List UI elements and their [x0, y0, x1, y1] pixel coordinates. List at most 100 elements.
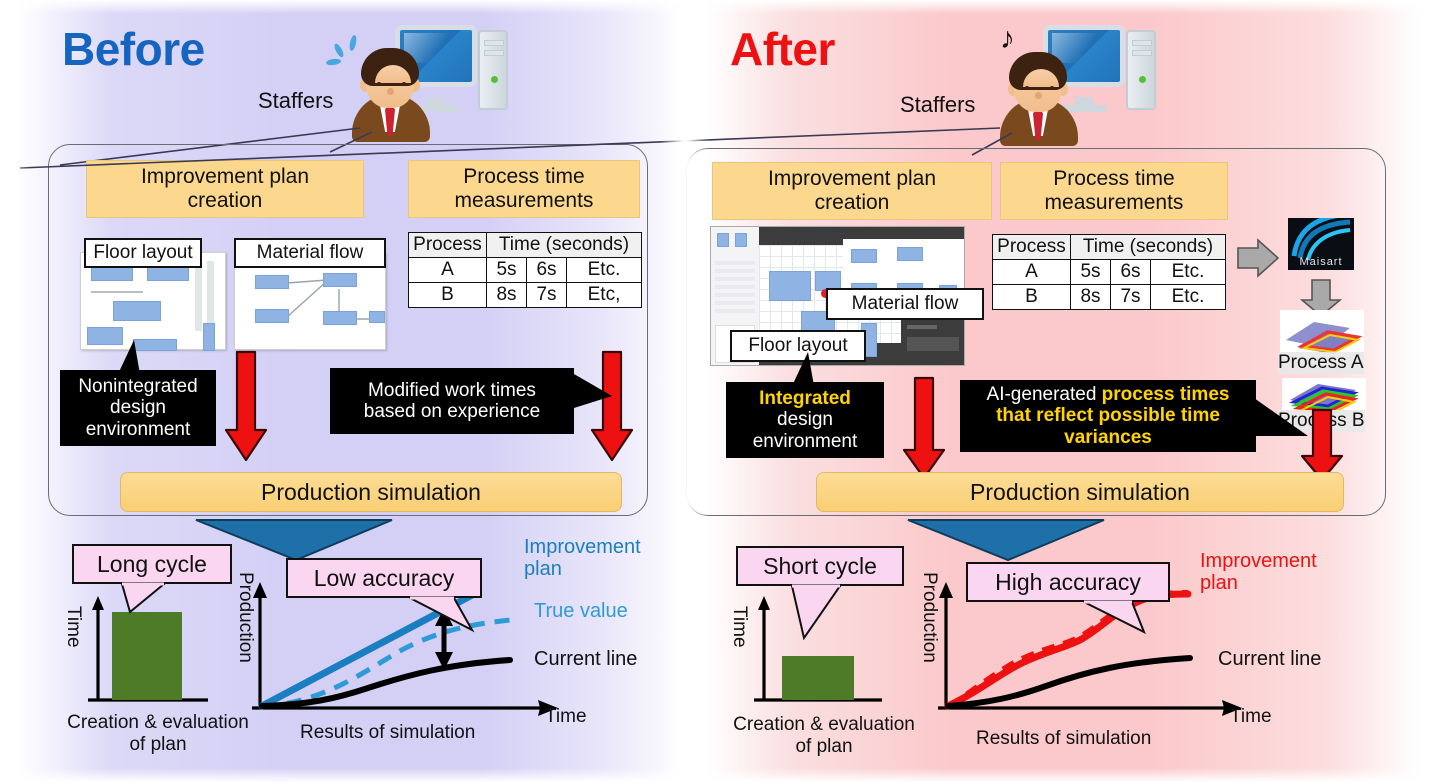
text-line: measurements — [1044, 191, 1184, 214]
after-production-simulation: Production simulation — [816, 472, 1344, 512]
text-line: Nonintegrated — [78, 376, 198, 398]
before-process-time-box: Process time measurements — [408, 160, 640, 218]
text-line: Creation & evaluation — [67, 712, 249, 733]
text-line: environment — [752, 430, 858, 452]
cell: A — [992, 259, 1071, 285]
after-process-time-table: Process Time (seconds) A 5s 6s Etc. B 8s… — [992, 234, 1226, 310]
text-line: Improvement — [524, 536, 641, 558]
table-header-row: Process Time (seconds) — [408, 232, 642, 258]
cell: 7s — [1110, 284, 1151, 310]
after-time-axis-label: Time — [1230, 706, 1272, 727]
text-line: design — [777, 409, 833, 431]
bubble-tail — [1083, 600, 1146, 635]
after-material-flow-label: Material flow — [826, 288, 984, 320]
cell: 8s — [486, 282, 527, 308]
bubble-tail — [790, 584, 842, 641]
before-callout-modified-times: Modified work times based on experience — [330, 368, 574, 434]
maisart-logo: Maisart — [1288, 218, 1354, 270]
after-process-time-box: Process time measurements — [1000, 162, 1228, 220]
text-line: AI-generated — [986, 384, 1102, 406]
after-high-accuracy-bubble: High accuracy — [966, 562, 1170, 602]
cell: A — [408, 257, 487, 283]
text-line: process times — [1101, 384, 1230, 406]
after-cycle-ylabel: Time — [729, 606, 750, 648]
callout-tail — [118, 340, 140, 374]
after-red-arrow-left — [902, 376, 946, 480]
col-time: Time (seconds) — [1070, 234, 1226, 260]
table-row: B 8s 7s Etc. — [992, 284, 1226, 310]
after-accuracy-ylabel: Production — [919, 572, 940, 663]
text-line: Improvement plan — [767, 167, 937, 191]
callout-tail — [1254, 398, 1308, 436]
text-line: of plan — [129, 734, 187, 756]
before-red-arrow-left — [224, 350, 268, 462]
table-row: A 5s 6s Etc. — [992, 259, 1226, 285]
before-legend-true-value: True value — [534, 600, 628, 622]
text-line: Integrated — [759, 388, 851, 410]
col-process: Process — [408, 232, 487, 258]
cell: Etc. — [566, 257, 642, 283]
after-legend-current-line: Current line — [1218, 648, 1322, 670]
cell: 7s — [526, 282, 567, 308]
before-legend-improvement-plan: Improvement plan — [524, 536, 641, 580]
text-line: Modified work times — [368, 379, 536, 401]
bubble-tail — [409, 596, 475, 633]
after-improvement-plan-box: Improvement plan creation — [712, 162, 992, 220]
callout-tail — [792, 352, 814, 386]
text-line: Improvement — [1200, 550, 1317, 572]
cell: Etc, — [566, 282, 642, 308]
text-line: that reflect possible time — [996, 405, 1220, 427]
right-edge-fade — [1406, 0, 1440, 782]
before-legend-current-line: Current line — [534, 648, 638, 670]
after-callout-ai-generated: AI-generated process times that reflect … — [960, 380, 1256, 452]
table-header-row: Process Time (seconds) — [992, 234, 1226, 260]
table-row: A 5s 6s Etc. — [408, 257, 642, 283]
before-material-flow-label: Material flow — [234, 238, 386, 268]
before-floor-layout-label: Floor layout — [84, 238, 202, 268]
text-line: design — [110, 397, 166, 419]
after-callout-integrated: Integrated design environment — [726, 382, 884, 458]
text-line: measurements — [454, 189, 594, 212]
before-improvement-plan-box: Improvement plan creation — [86, 160, 364, 218]
before-callout-nonintegrated: Nonintegrated design environment — [60, 370, 216, 446]
text-line: Process time — [463, 165, 585, 189]
before-low-accuracy-bubble: Low accuracy — [286, 558, 482, 598]
infographic-root: Before Staffers Improvement plan creatio… — [0, 0, 1440, 782]
text-line: creation — [187, 189, 263, 212]
process-a-label: Process A — [1278, 352, 1364, 374]
text-line: plan — [1200, 572, 1238, 594]
before-process-time-table: Process Time (seconds) A 5s 6s Etc. B 8s… — [408, 232, 642, 308]
cell: 8s — [1070, 284, 1111, 310]
cell: Etc. — [1150, 284, 1226, 310]
text-line: of plan — [795, 736, 853, 758]
text-line: variances — [1064, 426, 1152, 448]
after-short-cycle-bubble: Short cycle — [736, 546, 904, 586]
col-time: Time (seconds) — [486, 232, 642, 258]
before-long-cycle-bubble: Long cycle — [72, 544, 232, 584]
cell: 5s — [486, 257, 527, 283]
cell: 5s — [1070, 259, 1111, 285]
callout-tail — [574, 374, 612, 408]
before-time-axis-label: Time — [545, 706, 587, 727]
gray-arrow-right-icon — [1237, 238, 1280, 278]
table-row: B 8s 7s Etc, — [408, 282, 642, 308]
text-line: environment — [85, 418, 191, 440]
col-process: Process — [992, 234, 1071, 260]
after-cycle-caption: Creation & evaluation of plan — [712, 714, 936, 759]
after-results-caption: Results of simulation — [976, 728, 1152, 749]
bubble-tail — [120, 582, 167, 614]
cell: B — [992, 284, 1071, 310]
text-line: creation — [814, 191, 890, 214]
maisart-label: Maisart — [1299, 256, 1343, 268]
text-line: Creation & evaluation — [733, 714, 915, 735]
bottom-edge-fade — [0, 768, 1440, 782]
before-accuracy-ylabel: Production — [235, 572, 256, 663]
text-line: Process time — [1053, 167, 1175, 191]
text-line: plan — [524, 558, 562, 580]
cell: 6s — [1110, 259, 1151, 285]
before-production-simulation: Production simulation — [120, 472, 622, 512]
after-legend-improvement-plan: Improvement plan — [1200, 550, 1317, 594]
cell: B — [408, 282, 487, 308]
cell: Etc. — [1150, 259, 1226, 285]
cell: 6s — [526, 257, 567, 283]
